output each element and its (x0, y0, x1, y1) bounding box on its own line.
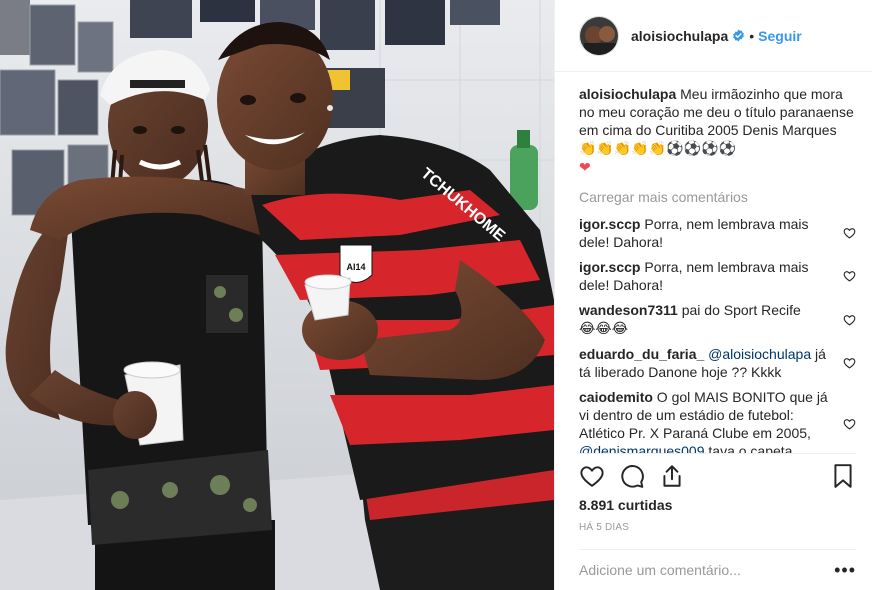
comment-item: eduardo_du_faria_ @aloisiochulapa já tá … (579, 345, 856, 381)
comment-username[interactable]: eduardo_du_faria_ (579, 346, 704, 362)
comment-username[interactable]: wandeson7311 (579, 302, 678, 318)
caption-emojis: 👏👏👏👏👏⚽⚽⚽⚽ (579, 141, 736, 157)
add-comment-bar: ••• (579, 549, 856, 590)
more-options-icon[interactable]: ••• (834, 561, 856, 579)
comment-text-continued: tava o capeta (708, 443, 793, 453)
post-side-panel: aloisiochulapa • Seguir aloisiochulapa M… (554, 0, 872, 590)
post-photo-illustration: AI14 TCHUKHOME (0, 0, 554, 590)
heart-icon[interactable] (843, 313, 856, 326)
comment-item: wandeson7311 pai do Sport Recife 😂😂😂 (579, 301, 856, 338)
comment-text: pai do Sport Recife (681, 302, 801, 318)
heart-icon[interactable] (843, 270, 856, 283)
post-header: aloisiochulapa • Seguir (555, 0, 872, 72)
avatar[interactable] (579, 15, 619, 56)
comment-item: igor.sccp Porra, nem lembrava mais dele!… (579, 258, 856, 294)
likes-count[interactable]: 8.891 curtidas (579, 497, 672, 513)
post-actions-bar (579, 453, 856, 497)
comment-username[interactable]: igor.sccp (579, 216, 640, 232)
follow-button[interactable]: Seguir (758, 28, 802, 44)
comment-username[interactable]: caiodemito (579, 389, 653, 405)
comment-username[interactable]: igor.sccp (579, 259, 640, 275)
comment-mention[interactable]: @denismarques009 (579, 443, 705, 453)
comment-item: caiodemito O gol MAIS BONITO que já vi d… (579, 388, 856, 453)
caption-username[interactable]: aloisiochulapa (579, 86, 676, 102)
comment-item: igor.sccp Porra, nem lembrava mais dele!… (579, 215, 856, 251)
comments-section: aloisiochulapa Meu irmãozinho que mora n… (579, 85, 856, 453)
comment-emojis: 😂😂😂 (579, 321, 629, 337)
heart-icon[interactable] (843, 418, 856, 431)
jersey-badge-text: AI14 (346, 262, 365, 272)
verified-badge-icon (733, 29, 745, 42)
post-caption: aloisiochulapa Meu irmãozinho que mora n… (579, 85, 856, 177)
comment-mention[interactable]: @aloisiochulapa (708, 346, 811, 362)
header-username[interactable]: aloisiochulapa (631, 28, 728, 44)
heart-icon[interactable] (579, 463, 605, 489)
header-separator: • (749, 27, 755, 44)
comment-icon[interactable] (619, 463, 645, 489)
bookmark-icon[interactable] (830, 463, 856, 489)
caption-heart-emoji: ❤ (579, 160, 591, 176)
avatar-image (580, 16, 618, 55)
post-timestamp[interactable]: HÁ 5 DIAS (579, 522, 629, 533)
load-more-comments-button[interactable]: Carregar mais comentários (579, 189, 856, 205)
post-photo[interactable]: AI14 TCHUKHOME (0, 0, 554, 590)
share-icon[interactable] (659, 463, 685, 489)
comment-input[interactable] (579, 562, 835, 578)
heart-icon[interactable] (843, 227, 856, 240)
heart-icon[interactable] (843, 357, 856, 370)
